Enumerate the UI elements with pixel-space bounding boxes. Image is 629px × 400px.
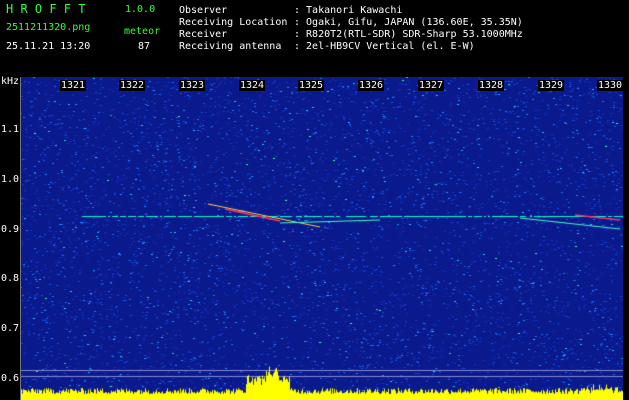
antenna-label: Receiving antenna — [179, 41, 282, 52]
location-label: Receiving Location — [179, 17, 288, 28]
y-tick-label: 0.9 — [1, 224, 20, 235]
receiver-value: : R820T2(RTL-SDR) SDR-Sharp 53.1000MHz — [294, 29, 523, 40]
x-tick-label: 1325 — [298, 80, 325, 91]
x-tick-label: 1328 — [478, 80, 505, 91]
x-tick-label: 1324 — [239, 80, 266, 91]
location-value: : Ogaki, Gifu, JAPAN (136.60E, 35.35N) — [294, 17, 523, 28]
header-panel: H R O F F T 1.0.0 2511211320.png meteor … — [0, 0, 629, 76]
y-tick-label: 0.6 — [1, 373, 20, 384]
detection-count: 87 — [138, 41, 151, 52]
app-version: 1.0.0 — [125, 4, 156, 15]
y-axis-unit: kHz — [1, 76, 20, 87]
x-tick-label: 1326 — [358, 80, 385, 91]
mode-label: meteor — [124, 26, 161, 37]
observation-datetime: 25.11.21 13:20 — [6, 41, 91, 52]
antenna-value: : 2el-HB9CV Vertical (el. E-W) — [294, 41, 475, 52]
file-name: 2511211320.png — [6, 22, 91, 33]
receiver-label: Receiver — [179, 29, 228, 40]
x-tick-label: 1322 — [119, 80, 146, 91]
y-tick-label: 1.1 — [1, 124, 20, 135]
app-name: H R O F F T — [6, 2, 86, 16]
spectrogram-canvas — [20, 77, 623, 400]
x-tick-label: 1323 — [179, 80, 206, 91]
x-tick-label: 1321 — [60, 80, 87, 91]
x-tick-label: 1327 — [418, 80, 445, 91]
y-tick-label: 0.7 — [1, 323, 20, 334]
observer-value: : Takanori Kawachi — [294, 5, 403, 16]
y-tick-label: 1.0 — [1, 174, 20, 185]
x-tick-label: 1329 — [538, 80, 565, 91]
x-tick-label: 1330 — [597, 80, 624, 91]
observer-label: Observer — [179, 5, 228, 16]
y-tick-label: 0.8 — [1, 273, 20, 284]
